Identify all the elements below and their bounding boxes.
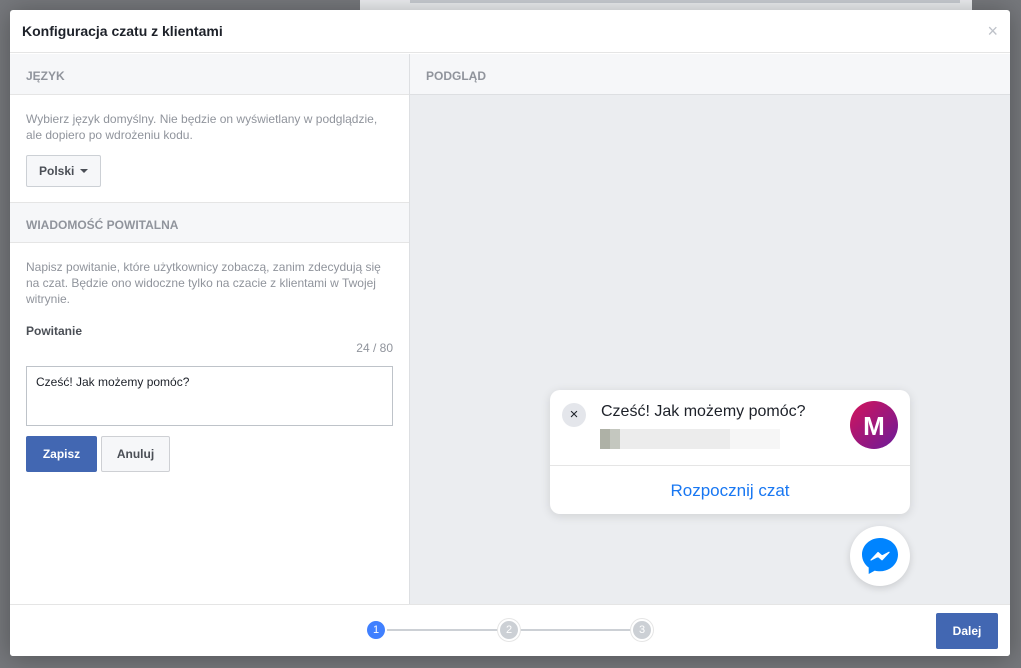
blurred-page-name	[600, 429, 780, 449]
preview-greeting-text: Cześć! Jak możemy pomóc?	[601, 403, 806, 420]
preview-heading: PODGLĄD	[410, 54, 1010, 95]
start-chat-button[interactable]: Rozpocznij czat	[550, 481, 910, 501]
language-dropdown-value: Polski	[39, 164, 75, 178]
language-help-text: Wybierz język domyślny. Nie będzie on wy…	[26, 112, 378, 142]
chevron-down-icon	[80, 169, 89, 173]
welcome-section-heading: WIADOMOŚĆ POWITALNA	[10, 202, 409, 243]
greeting-field-label: Powitanie	[26, 324, 83, 338]
background-page-bar	[410, 0, 960, 3]
close-icon[interactable]: ×	[987, 22, 998, 40]
greeting-actions: Zapisz Anuluj	[26, 436, 393, 472]
settings-panel: JĘZYK Wybierz język domyślny. Nie będzie…	[10, 54, 410, 604]
language-section-heading: JĘZYK	[10, 54, 409, 95]
step-3: 3	[631, 619, 653, 641]
avatar-letter: M	[863, 411, 885, 441]
save-button[interactable]: Zapisz	[26, 436, 97, 472]
dialog-title: Konfiguracja czatu z klientami	[22, 23, 223, 39]
step-2: 2	[498, 619, 520, 641]
card-divider	[550, 465, 910, 466]
chat-config-dialog: Konfiguracja czatu z klientami × JĘZYK W…	[10, 10, 1010, 656]
dialog-header: Konfiguracja czatu z klientami ×	[10, 10, 1010, 53]
cancel-button[interactable]: Anuluj	[101, 436, 170, 472]
language-dropdown[interactable]: Polski	[26, 155, 102, 187]
chat-greeting-card: × Cześć! Jak możemy pomóc? M Rozpocznij …	[550, 390, 910, 514]
language-section: Wybierz język domyślny. Nie będzie on wy…	[10, 95, 409, 202]
welcome-section: Napisz powitanie, które użytkownicy zoba…	[10, 243, 409, 472]
step-1: 1	[365, 619, 387, 641]
dialog-footer: 1 2 3 Dalej	[10, 604, 1010, 656]
character-counter: 24 / 80	[356, 341, 393, 355]
welcome-help-text: Napisz powitanie, które użytkownicy zoba…	[26, 260, 381, 306]
next-button[interactable]: Dalej	[936, 613, 998, 649]
messenger-launcher[interactable]	[850, 526, 910, 586]
greeting-textarea[interactable]: Cześć! Jak możemy pomóc?	[26, 366, 393, 426]
close-icon[interactable]: ×	[562, 403, 586, 427]
preview-panel: PODGLĄD × Cześć! Jak możemy pomóc? M Roz…	[410, 54, 1010, 604]
step-indicator: 1 2 3	[365, 618, 655, 642]
messenger-icon	[862, 538, 898, 574]
page-avatar: M	[850, 401, 898, 449]
